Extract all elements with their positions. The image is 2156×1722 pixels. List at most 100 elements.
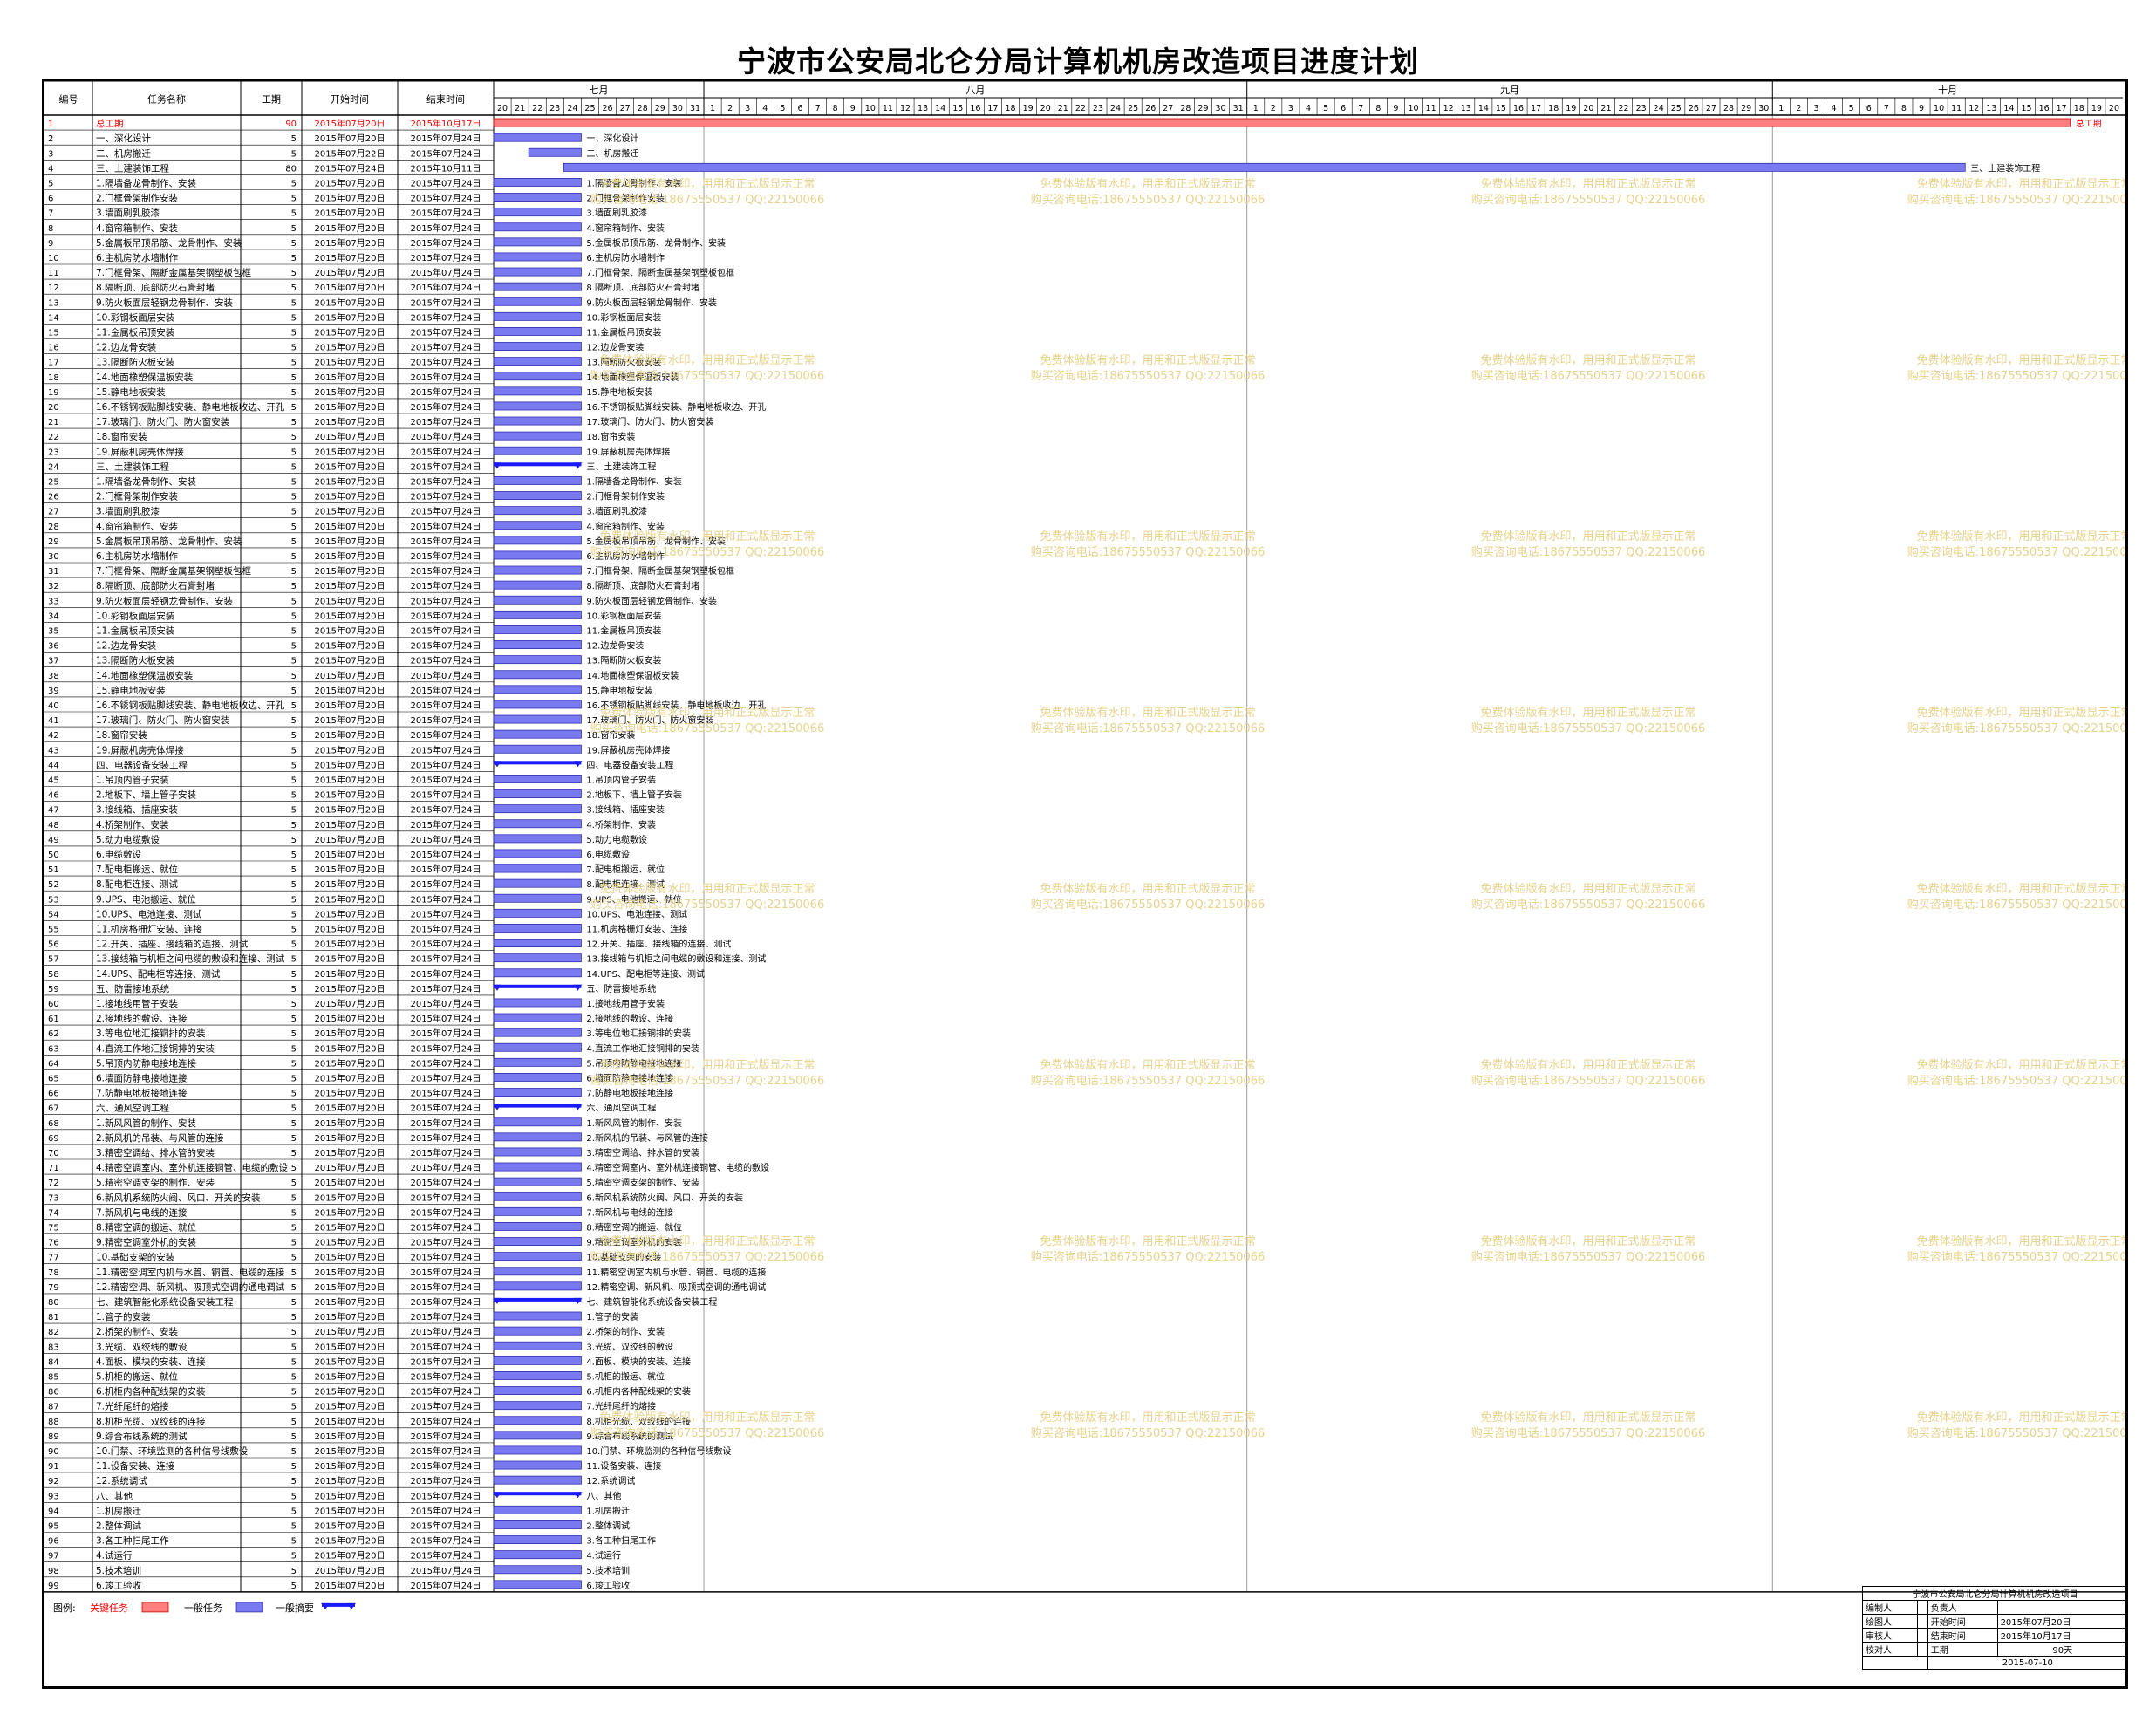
task-end: 2015年07月24日: [411, 819, 481, 830]
task-duration: 5: [291, 1029, 297, 1039]
task-duration: 5: [291, 1179, 297, 1188]
watermark-text: 购买咨询电话:18675550537 QQ:22150066: [1471, 545, 1706, 559]
gantt-bar-label: 2.整体调试: [586, 1520, 630, 1532]
task-start: 2015年07月20日: [315, 193, 385, 204]
gantt-bar-label: 六、通风空调工程: [586, 1103, 656, 1114]
gantt-bar-label: 1.隔墙备龙骨制作、安装: [586, 476, 682, 488]
task-start: 2015年07月20日: [315, 208, 385, 219]
task-duration: 5: [291, 657, 297, 666]
task-name: 6.竣工验收: [96, 1580, 142, 1591]
day-label: 21: [1058, 104, 1068, 113]
day-label: 18: [1548, 104, 1559, 113]
task-end: 2015年07月24日: [411, 849, 481, 860]
header-duration: 工期: [262, 94, 281, 106]
watermark-text: 免费体验版有水印，用用和正式版显示正常: [599, 353, 815, 367]
task-id: 46: [48, 791, 59, 801]
day-label: 26: [1689, 104, 1699, 113]
gantt-bar: [493, 1520, 582, 1529]
day-label: 31: [1233, 104, 1244, 113]
watermark-text: 购买咨询电话:18675550537 QQ:22150066: [1907, 193, 2125, 207]
gantt-bar: [528, 147, 582, 157]
header-name: 任务名称: [147, 93, 186, 106]
gantt-bar-label: 15.静电地板安装: [586, 685, 652, 696]
gantt-bar-label: 10.彩钢板面层安装: [586, 311, 661, 323]
day-label: 13: [1461, 104, 1471, 113]
task-id: 48: [48, 821, 59, 830]
gantt-bar: [493, 118, 2071, 127]
task-end: 2015年07月24日: [411, 1520, 481, 1532]
task-end: 2015年07月24日: [411, 595, 481, 606]
task-end: 2015年07月24日: [411, 386, 481, 398]
task-start: 2015年07月20日: [315, 1490, 385, 1501]
task-end: 2015年07月24日: [411, 759, 481, 770]
task-end: 2015年07月24日: [411, 476, 481, 488]
task-name: 5.精密空调支架的制作、安装: [96, 1177, 215, 1188]
task-id: 87: [48, 1403, 59, 1412]
task-duration: 5: [291, 433, 297, 442]
task-end: 2015年07月24日: [411, 342, 481, 353]
task-id: 62: [48, 1029, 59, 1039]
task-name: 1.吊顶内管子安装: [96, 775, 169, 786]
task-duration: 5: [291, 269, 297, 278]
task-start: 2015年07月20日: [315, 1431, 385, 1442]
watermark-text: 免费体验版有水印，用用和正式版显示正常: [1916, 1234, 2125, 1248]
task-start: 2015年07月20日: [315, 834, 385, 845]
task-name: 总工期: [96, 118, 124, 129]
task-duration: 5: [291, 134, 297, 144]
task-start: 2015年07月20日: [315, 953, 385, 965]
day-label: 24: [567, 104, 577, 113]
gantt-bar: [493, 550, 582, 560]
task-end: 2015年07月24日: [411, 208, 481, 219]
task-name: 3.等电位地汇接铜排的安装: [96, 1028, 206, 1039]
task-name: 7.防静电地板接地连接: [96, 1088, 188, 1099]
watermark-text: 免费体验版有水印，用用和正式版显示正常: [1480, 530, 1695, 543]
task-start: 2015年07月20日: [315, 461, 385, 472]
task-name: 四、电器设备安装工程: [96, 759, 188, 770]
task-start: 2015年07月20日: [315, 431, 385, 442]
task-start: 2015年07月20日: [315, 565, 385, 577]
gantt-bar: [493, 1505, 582, 1514]
day-label: 23: [549, 104, 560, 113]
task-duration: 5: [291, 1164, 297, 1173]
task-name: 4.窗帘箱制作、安装: [96, 222, 179, 234]
gantt-bar: [493, 1386, 582, 1396]
task-start: 2015年07月20日: [315, 252, 385, 263]
task-start: 2015年07月20日: [315, 1445, 385, 1457]
task-end: 2015年10月17日: [411, 118, 481, 129]
task-end: 2015年07月24日: [411, 147, 481, 159]
task-name: 2.地板下、墙上管子安装: [96, 789, 197, 801]
task-id: 97: [48, 1552, 59, 1561]
task-end: 2015年07月24日: [411, 939, 481, 950]
task-name: 1.隔墙备龙骨制作、安装: [96, 476, 197, 488]
gantt-bar-label: 7.防静电地板接地连接: [586, 1088, 673, 1099]
task-id: 43: [48, 746, 59, 755]
task-id: 57: [48, 955, 59, 965]
task-start: 2015年07月20日: [315, 819, 385, 830]
task-id: 6: [48, 195, 53, 204]
day-label: 19: [2091, 104, 2102, 113]
task-name: 11.金属板吊顶安装: [96, 625, 175, 637]
gantt-bar-label: 6.机柜内各种配线架的安装: [586, 1386, 691, 1397]
gantt-bar-label: 一、深化设计: [586, 133, 638, 144]
task-end: 2015年07月24日: [411, 446, 481, 457]
task-name: 3.墙面刷乳胶漆: [96, 208, 160, 219]
task-name: 1.管子的安装: [96, 1311, 151, 1322]
gantt-bar-label: 5.金属板吊顶吊筋、龙骨制作、安装: [586, 237, 726, 249]
task-id: 64: [48, 1059, 59, 1069]
gantt-bar-label: 5.动力电缆敷设: [586, 834, 647, 845]
task-name: 9.综合布线系统的测试: [96, 1431, 188, 1442]
gantt-bar: [493, 1416, 582, 1425]
footer-date: 2015-07-10: [1927, 1656, 2129, 1670]
task-id: 54: [48, 910, 59, 919]
task-end: 2015年07月24日: [411, 372, 481, 383]
day-label: 24: [1654, 104, 1664, 113]
gantt-bar-label: 2.桥架的制作、安装: [586, 1326, 665, 1337]
task-duration: 5: [291, 1283, 297, 1293]
task-start: 2015年07月20日: [315, 1147, 385, 1158]
gantt-bar: [493, 1565, 582, 1575]
gantt-bar: [493, 401, 582, 411]
gantt-bar: [493, 625, 582, 634]
task-name: 12.开关、插座、接线箱的连接、测试: [96, 939, 249, 950]
gantt-bar: [493, 775, 582, 783]
task-end: 2015年07月24日: [411, 714, 481, 726]
